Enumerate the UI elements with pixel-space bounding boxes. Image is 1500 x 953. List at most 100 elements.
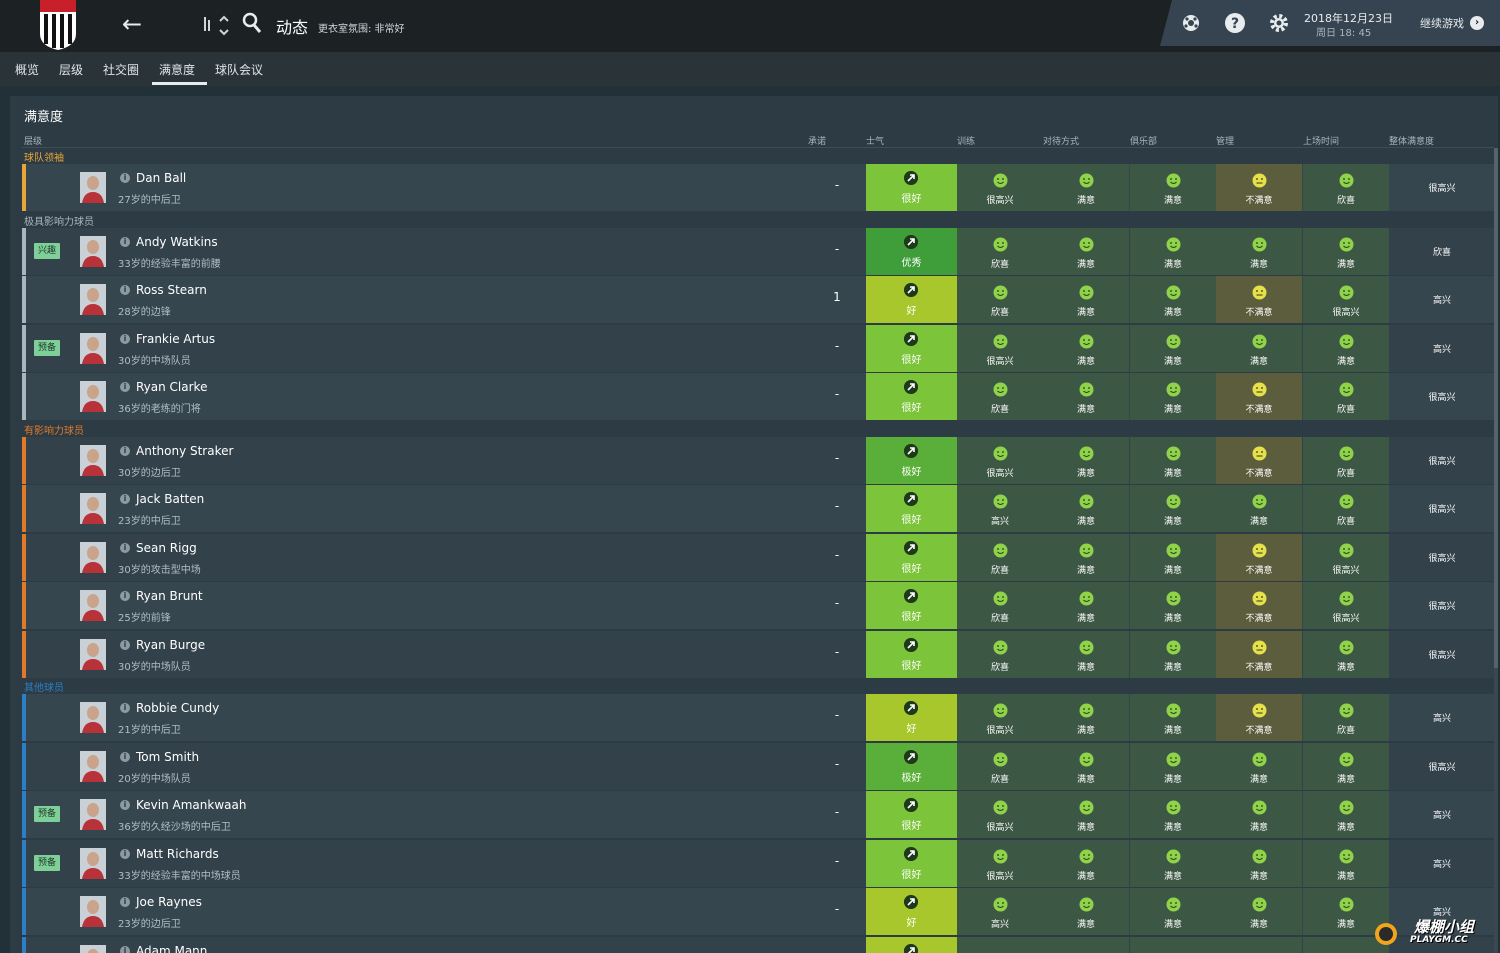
- treatment-cell[interactable]: 满意: [1043, 888, 1129, 935]
- training-cell[interactable]: 很高兴: [957, 694, 1043, 741]
- player-portrait[interactable]: [80, 235, 106, 267]
- playing-time-cell[interactable]: 满意: [1303, 742, 1389, 790]
- player-portrait[interactable]: [80, 541, 106, 573]
- column-header-promise[interactable]: 承诺: [808, 134, 826, 147]
- morale-cell[interactable]: 很好: [866, 533, 957, 581]
- treatment-cell[interactable]: [1043, 936, 1129, 953]
- column-header-treatment[interactable]: 对待方式: [1043, 134, 1079, 147]
- player-name[interactable]: Tom Smith: [136, 750, 199, 764]
- treatment-cell[interactable]: 满意: [1043, 227, 1129, 275]
- treatment-cell[interactable]: 满意: [1043, 742, 1129, 790]
- player-portrait[interactable]: [80, 444, 106, 476]
- table-row[interactable]: i Sean Rigg 30岁的攻击型中场 - 很好 欣喜 满意 满意 不满意 很高兴 很高兴: [22, 533, 1494, 581]
- column-header-overall[interactable]: 整体满意度: [1389, 134, 1434, 147]
- player-portrait[interactable]: [80, 944, 106, 953]
- player-portrait[interactable]: [80, 381, 106, 412]
- management-cell[interactable]: 满意: [1216, 227, 1302, 275]
- club-cell[interactable]: 满意: [1130, 582, 1216, 629]
- player-portrait[interactable]: [80, 590, 106, 621]
- player-portrait[interactable]: [80, 750, 106, 782]
- info-icon[interactable]: i: [120, 639, 130, 650]
- player-name[interactable]: Jack Batten: [136, 492, 204, 506]
- table-row[interactable]: 兴趣 i Andy Watkins 33岁的经验丰富的前腰 - 优秀 欣喜 满意 满意 满意 满意欣…: [22, 227, 1494, 275]
- training-cell[interactable]: 很高兴: [957, 791, 1043, 838]
- treatment-cell[interactable]: 满意: [1043, 694, 1129, 741]
- help-icon[interactable]: ?: [1224, 12, 1246, 34]
- club-cell[interactable]: 满意: [1130, 888, 1216, 935]
- morale-cell[interactable]: 很好: [866, 373, 957, 420]
- table-row[interactable]: i Dan Ball 27岁的中后卫 - 很好 很高兴 满意 满意 不满意 欣喜 很高兴: [22, 164, 1494, 211]
- table-row[interactable]: 预备 i Matt Richards 33岁的经验丰富的中场球员 - 很好 很高兴 满意 满意 满…: [22, 839, 1494, 887]
- table-row[interactable]: 预备iKevin Amankwaah36岁的久经沙场的中后卫-很好≡很高兴满意满…: [22, 791, 1494, 838]
- table-row[interactable]: i Ryan Brunt 25岁的前锋 - 很好 欣喜 满意 满意 不满意 很高兴 很高兴: [22, 582, 1494, 629]
- player-name[interactable]: Joe Raynes: [136, 895, 202, 909]
- table-row[interactable]: i Ryan Burge 30岁的中场队员 - 很好 欣喜 满意 满意 不满意 满意 很高兴: [22, 630, 1494, 678]
- management-cell[interactable]: 满意: [1216, 324, 1302, 372]
- player-portrait[interactable]: [80, 896, 106, 927]
- info-icon[interactable]: i: [120, 542, 130, 553]
- info-icon[interactable]: i: [120, 236, 130, 247]
- table-row[interactable]: i Anthony Straker 30岁的边后卫 - 极好 很高兴 满意 满意 不满意 欣喜 很高…: [22, 436, 1494, 484]
- status-badge[interactable]: 预备: [34, 806, 60, 822]
- club-cell[interactable]: 满意: [1130, 839, 1216, 887]
- management-cell[interactable]: 不满意: [1216, 582, 1302, 629]
- status-badge[interactable]: 预备: [34, 854, 60, 871]
- continue-arrow-icon[interactable]: ›: [1470, 16, 1484, 30]
- player-portrait[interactable]: [80, 284, 106, 315]
- management-cell[interactable]: 不满意: [1216, 373, 1302, 420]
- morale-cell[interactable]: 好: [866, 694, 957, 741]
- info-icon[interactable]: i: [120, 445, 130, 456]
- player-name[interactable]: Adam Mann: [136, 944, 207, 953]
- sort-icon[interactable]: [200, 12, 240, 38]
- treatment-cell[interactable]: 满意: [1043, 436, 1129, 484]
- table-row[interactable]: i Robbie Cundy 21岁的中后卫 - 好 很高兴 满意 满意 不满意 欣喜 高兴: [22, 694, 1494, 741]
- management-cell[interactable]: 不满意: [1216, 164, 1302, 211]
- management-cell[interactable]: 满意: [1216, 485, 1302, 532]
- playing-time-cell[interactable]: 满意: [1303, 791, 1389, 838]
- club-cell[interactable]: 满意: [1130, 694, 1216, 741]
- table-row[interactable]: 预备iFrankie Artus30岁的中场队员-很好≡很高兴满意满意满意满意高…: [22, 324, 1494, 372]
- playing-time-cell[interactable]: 满意: [1303, 630, 1389, 678]
- player-name[interactable]: Dan Ball: [136, 171, 186, 185]
- management-cell[interactable]: 不满意: [1216, 276, 1302, 323]
- tab-social-groups[interactable]: 社交圈: [103, 61, 139, 78]
- player-portrait[interactable]: [80, 172, 106, 203]
- column-header-management[interactable]: 管理: [1216, 134, 1234, 147]
- playing-time-cell[interactable]: 满意: [1303, 839, 1389, 887]
- management-cell[interactable]: 满意: [1216, 791, 1302, 838]
- management-cell[interactable]: 不满意: [1216, 630, 1302, 678]
- training-cell[interactable]: 很高兴: [957, 436, 1043, 484]
- morale-cell[interactable]: [866, 936, 957, 953]
- morale-cell[interactable]: 极好: [866, 436, 957, 484]
- continue-game-button[interactable]: 继续游戏: [1420, 15, 1464, 31]
- table-row[interactable]: i Joe Raynes 23岁的边后卫 - 好高兴 满意 满意 满意 满意 高兴: [22, 888, 1494, 935]
- management-cell[interactable]: 满意: [1216, 888, 1302, 935]
- club-cell[interactable]: 满意: [1130, 373, 1216, 420]
- playing-time-cell[interactable]: 满意: [1303, 227, 1389, 275]
- player-portrait[interactable]: [80, 332, 106, 364]
- player-name[interactable]: Ryan Burge: [136, 638, 205, 652]
- training-cell[interactable]: 很高兴: [957, 324, 1043, 372]
- management-cell[interactable]: 不满意: [1216, 436, 1302, 484]
- club-cell[interactable]: 满意: [1130, 276, 1216, 323]
- info-icon[interactable]: i: [120, 333, 130, 344]
- column-header-playing-time[interactable]: 上场时间: [1303, 134, 1339, 147]
- table-row[interactable]: i Adam Mann: [22, 936, 1494, 953]
- info-icon[interactable]: i: [120, 897, 130, 907]
- player-name[interactable]: Ryan Clarke: [136, 380, 207, 394]
- training-cell[interactable]: [957, 936, 1043, 953]
- player-name[interactable]: Frankie Artus: [136, 332, 215, 346]
- training-cell[interactable]: 欣喜: [957, 373, 1043, 420]
- club-cell[interactable]: 满意: [1130, 533, 1216, 581]
- tab-team-meeting[interactable]: 球队会议: [215, 61, 263, 78]
- management-cell[interactable]: [1216, 936, 1302, 953]
- status-badge[interactable]: 兴趣: [34, 242, 60, 259]
- status-badge[interactable]: 预备: [34, 339, 60, 356]
- back-button[interactable]: ←: [118, 10, 146, 38]
- info-icon[interactable]: i: [120, 173, 130, 183]
- player-name[interactable]: Matt Richards: [136, 847, 219, 861]
- table-row[interactable]: i Ross Stearn 28岁的边锋 1 好 欣喜 满意 满意 不满意 很高兴 高兴: [22, 276, 1494, 323]
- ball-icon[interactable]: [1180, 12, 1202, 34]
- player-portrait[interactable]: [80, 493, 106, 524]
- management-cell[interactable]: 不满意: [1216, 694, 1302, 741]
